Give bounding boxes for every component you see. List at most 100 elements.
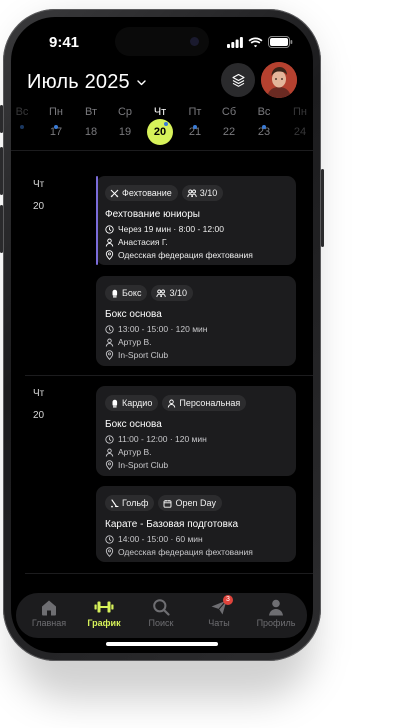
group-weekday: Чт [33, 179, 45, 190]
day-mon-next[interactable]: Пн 24 [285, 105, 313, 139]
day-sun[interactable]: Вс 23 [249, 105, 279, 139]
location-pin-icon [105, 250, 114, 260]
spots-chip: 3/10 [181, 185, 224, 201]
event-place: Одесская федерация фехтования [105, 250, 253, 260]
chevron-down-icon [137, 80, 146, 86]
battery-icon [268, 36, 293, 48]
action-button [0, 105, 3, 133]
event-place: Одесская федерация фехтования [105, 547, 253, 557]
event-time: Через 19 мин · 8:00 - 12:00 [105, 224, 224, 234]
volume-down-button [0, 205, 3, 253]
clock-icon [105, 224, 114, 234]
profile-icon [269, 599, 283, 615]
app-screen: 9:41 Июль 2025 Вс Пн 17 Вт 18 Ср 19 Чт 2… [11, 17, 313, 653]
event-card[interactable]: Кардио Персональная Бокс основа 11:00 - … [96, 386, 296, 476]
dumbbell-icon [94, 601, 114, 613]
user-icon [105, 448, 114, 457]
clock-icon [105, 324, 114, 334]
day-thu-selected[interactable]: Чт 20 [145, 105, 175, 145]
event-title: Бокс основа [105, 309, 162, 320]
calendar-icon [163, 499, 172, 508]
home-icon [42, 600, 56, 615]
event-title: Бокс основа [105, 419, 162, 430]
golf-icon [111, 498, 119, 507]
event-title: Карате - Базовая подготовка [105, 519, 239, 530]
day-fri[interactable]: Пт 21 [180, 105, 210, 139]
event-card[interactable]: Фехтование 3/10 Фехтование юниоры Через … [96, 176, 296, 265]
wifi-icon [248, 37, 263, 47]
search-icon [153, 599, 170, 616]
event-card[interactable]: Бокс 3/10 Бокс основа 13:00 - 15:00 · 12… [96, 276, 296, 366]
month-label: Июль 2025 [27, 71, 130, 93]
power-button [321, 169, 324, 247]
event-time: 13:00 - 15:00 · 120 мин [105, 324, 207, 334]
status-time: 9:41 [49, 34, 80, 51]
sport-chip: Бокс [105, 285, 148, 301]
day-mon[interactable]: Пн 17 [41, 105, 71, 139]
tab-home[interactable]: Главная [21, 597, 77, 628]
clock-icon [105, 534, 114, 544]
event-trainer: Артур В. [105, 447, 151, 457]
location-pin-icon [105, 547, 114, 557]
group-divider [25, 375, 313, 376]
user-icon [105, 338, 114, 347]
dynamic-island [115, 27, 209, 56]
type-chip: Персональная [162, 395, 247, 411]
event-trainer: Артур В. [105, 337, 151, 347]
event-trainer: Анастасия Г. [105, 237, 168, 247]
status-bar: 9:41 [11, 17, 313, 61]
user-icon [105, 238, 114, 247]
sport-chip: Фехтование [105, 185, 178, 201]
avatar-image [261, 62, 297, 98]
event-place: In-Sport Club [105, 460, 168, 470]
day-sun-prev[interactable]: Вс [11, 105, 37, 129]
event-title: Фехтование юниоры [105, 209, 200, 220]
tab-schedule[interactable]: График [76, 597, 132, 628]
status-icons [227, 36, 293, 48]
event-time: 14:00 - 15:00 · 60 мин [105, 534, 203, 544]
day-wed[interactable]: Ср 19 [110, 105, 140, 139]
event-time: 11:00 - 12:00 · 120 мин [105, 434, 207, 444]
event-dot [164, 122, 168, 126]
group-weekday: Чт [33, 388, 45, 399]
event-dot [262, 125, 266, 129]
location-pin-icon [105, 350, 114, 360]
sport-chip: Гольф [105, 495, 155, 511]
layers-button[interactable] [221, 63, 255, 97]
event-place: In-Sport Club [105, 350, 168, 360]
tab-bar: Главная График Поиск 3 Чаты Профиль [16, 593, 307, 638]
event-dot [193, 125, 197, 129]
signal-icon [227, 36, 243, 48]
type-chip: Open Day [158, 495, 222, 511]
tab-profile[interactable]: Профиль [248, 597, 304, 628]
day-tue[interactable]: Вт 18 [76, 105, 106, 139]
camera-icon [190, 37, 199, 46]
event-dot [20, 125, 24, 129]
spots-chip: 3/10 [151, 285, 193, 301]
header-divider [11, 150, 313, 151]
fencing-icon [110, 189, 119, 197]
location-pin-icon [105, 460, 114, 470]
boxing-glove-icon [112, 399, 118, 407]
event-card[interactable]: Гольф Open Day Карате - Базовая подготов… [96, 486, 296, 562]
group-divider [25, 573, 313, 574]
user-icon [168, 399, 176, 408]
clock-icon [105, 434, 114, 444]
month-selector[interactable]: Июль 2025 [27, 71, 147, 94]
group-day: 20 [33, 410, 45, 421]
event-dot [54, 125, 58, 129]
group-day: 20 [33, 201, 45, 212]
sport-chip: Кардио [105, 395, 159, 411]
boxing-glove-icon [112, 289, 118, 297]
week-strip: Вс Пн 17 Вт 18 Ср 19 Чт 20 Пт 21 Сб 22 В… [11, 105, 313, 149]
selected-day-bubble: 20 [147, 119, 173, 145]
day-sat[interactable]: Сб 22 [214, 105, 244, 139]
tab-chats[interactable]: 3 Чаты [191, 595, 247, 628]
people-icon [187, 189, 197, 197]
layers-icon [231, 73, 245, 87]
tab-search[interactable]: Поиск [133, 597, 189, 628]
avatar[interactable] [261, 62, 297, 98]
volume-up-button [0, 147, 3, 195]
home-indicator [106, 642, 218, 646]
unread-badge: 3 [223, 595, 233, 605]
